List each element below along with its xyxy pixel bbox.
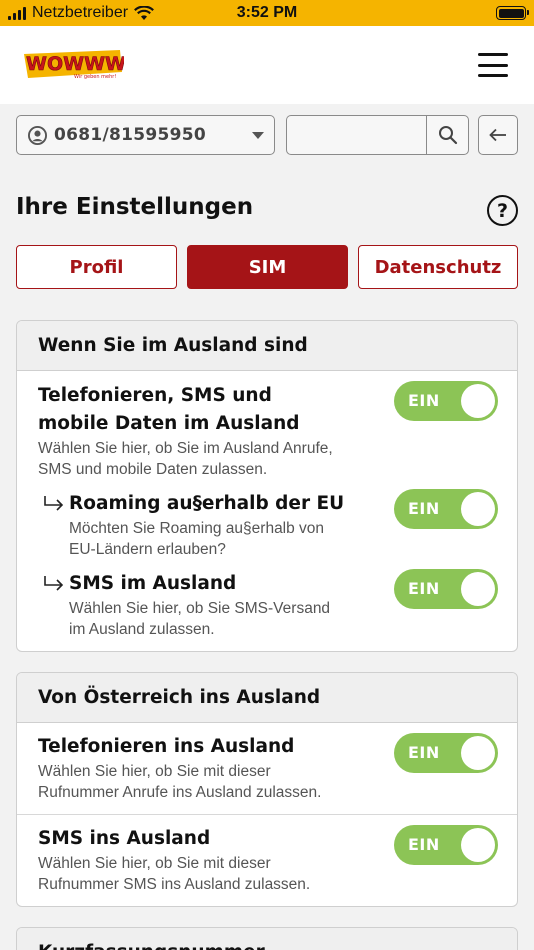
subsetting-roaming-non-eu: Roaming au§erhalb der EU Möchten Sie Roa… (69, 490, 369, 560)
user-circle-icon (28, 125, 47, 145)
tab-datenschutz[interactable]: Datenschutz (358, 245, 518, 289)
toggle-knob (461, 492, 495, 526)
wowww-logo[interactable]: WOWWW! Wir geben mehr! (22, 48, 124, 82)
svg-text:Wir geben mehr!: Wir geben mehr! (74, 74, 116, 80)
setting-row-calls-abroad: Telefonieren ins Ausland Wählen Sie hier… (17, 723, 517, 815)
toggle-knob (461, 384, 495, 418)
setting-main: Telefonieren, SMS und mobile Daten im Au… (38, 382, 368, 480)
menu-icon[interactable] (478, 53, 508, 77)
search-button[interactable] (426, 115, 469, 155)
app-header: WOWWW! Wir geben mehr! (0, 26, 534, 104)
toggle-label: EIN (408, 391, 440, 410)
setting-title-line: mobile Daten im Ausland (38, 413, 300, 434)
arrow-left-icon (489, 128, 506, 142)
section-title: Kurzfassungsnummer (17, 928, 517, 950)
sub-arrow-icon (44, 496, 64, 511)
setting-desc-line: SMS und mobile Daten zulassen. (38, 461, 268, 478)
help-icon[interactable]: ? (487, 195, 518, 226)
setting-desc-line: Wählen Sie hier, ob Sie mit dieser (38, 855, 271, 872)
tab-sim[interactable]: SIM (187, 245, 348, 289)
search-input[interactable] (286, 115, 428, 155)
search-icon (438, 126, 457, 145)
toggle-roaming-non-eu[interactable]: EIN (394, 489, 498, 529)
setting-title-line: Telefonieren, SMS und (38, 385, 272, 406)
toggle-knob (461, 572, 495, 606)
setting-title-line: Telefonieren ins Ausland (38, 736, 295, 757)
setting-desc-line: Rufnummer SMS ins Ausland zulassen. (38, 876, 311, 893)
chevron-down-icon (252, 132, 264, 139)
setting-desc-line: Wählen Sie hier, ob Sie mit dieser (38, 763, 271, 780)
toggle-label: EIN (408, 835, 440, 854)
battery-icon (496, 6, 529, 20)
phone-number-select[interactable]: 0681/81595950 (16, 115, 275, 155)
svg-text:WOWWW!: WOWWW! (26, 53, 124, 75)
setting-desc-line: Wählen Sie hier, ob Sie im Ausland Anruf… (38, 440, 333, 457)
toggle-label: EIN (408, 499, 440, 518)
setting-main: Telefonieren ins Ausland Wählen Sie hier… (38, 733, 368, 803)
setting-title-line: SMS ins Ausland (38, 828, 211, 849)
setting-main: SMS ins Ausland Wählen Sie hier, ob Sie … (38, 825, 368, 895)
page-title: Ihre Einstellungen (16, 194, 254, 220)
subsetting-title: SMS im Ausland (69, 573, 237, 594)
subsetting-desc-line: Möchten Sie Roaming au§erhalb von (69, 520, 325, 537)
toggle-sms-abroad[interactable]: EIN (394, 569, 498, 609)
sub-arrow-icon (44, 576, 64, 591)
subsetting-title: Roaming au§erhalb der EU (69, 493, 345, 514)
toggle-label: EIN (408, 743, 440, 762)
subsetting-sms-abroad: SMS im Ausland Wählen Sie hier, ob Sie S… (69, 570, 369, 640)
setting-row-roaming: Telefonieren, SMS und mobile Daten im Au… (17, 371, 517, 651)
toggle-knob (461, 828, 495, 862)
status-time: 3:52 PM (236, 4, 298, 21)
back-button[interactable] (478, 115, 518, 155)
toggle-roaming[interactable]: EIN (394, 381, 498, 421)
setting-desc-line: Rufnummer Anrufe ins Ausland zulassen. (38, 784, 322, 801)
subsetting-desc-line: im Ausland zulassen. (69, 621, 215, 638)
section-abroad: Wenn Sie im Ausland sind Telefonieren, S… (16, 320, 518, 652)
toggle-label: EIN (408, 579, 440, 598)
status-bar: Netzbetreiber 3:52 PM (0, 0, 534, 26)
section-from-austria: Von Österreich ins Ausland Telefonieren … (16, 672, 518, 907)
subsetting-desc-line: Wählen Sie hier, ob Sie SMS-Versand (69, 600, 331, 617)
setting-row-sms-to-abroad: SMS ins Ausland Wählen Sie hier, ob Sie … (17, 815, 517, 906)
settings-tabs: Profil SIM Datenschutz (16, 245, 518, 289)
section-short-numbers: Kurzfassungsnummer (16, 927, 518, 950)
subsetting-desc-line: EU-Ländern erlauben? (69, 541, 226, 558)
phone-number-value: 0681/81595950 (54, 125, 207, 145)
section-title: Von Österreich ins Ausland (17, 673, 517, 723)
section-title: Wenn Sie im Ausland sind (17, 321, 517, 371)
toggle-knob (461, 736, 495, 770)
toggle-sms-to-abroad[interactable]: EIN (394, 825, 498, 865)
toggle-calls-abroad[interactable]: EIN (394, 733, 498, 773)
search-row: 0681/81595950 (16, 115, 518, 155)
tab-profil[interactable]: Profil (16, 245, 177, 289)
